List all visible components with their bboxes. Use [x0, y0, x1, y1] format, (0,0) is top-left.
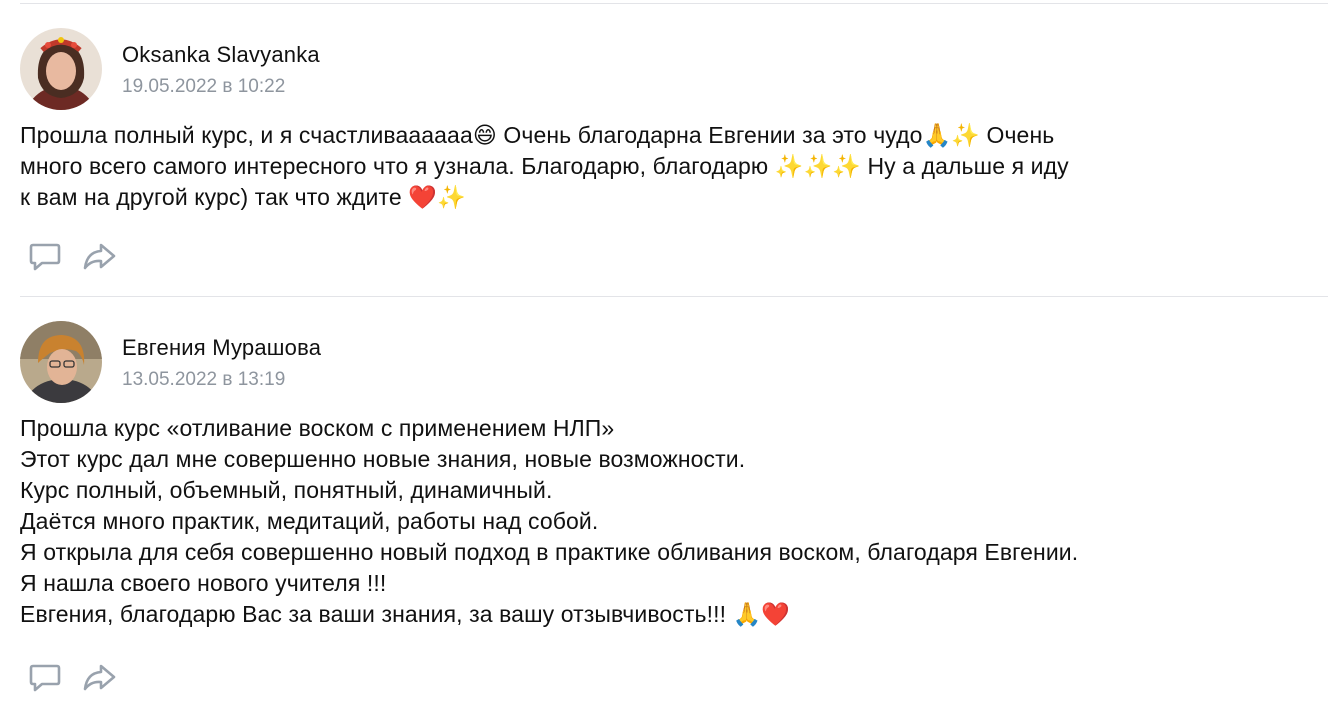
post-text-line: много всего самого интересного что я узн…: [20, 153, 1069, 179]
post-text-line: Я нашла своего нового учителя !!!: [20, 570, 387, 596]
post-text-line: Этот курс дал мне совершенно новые знани…: [20, 446, 746, 472]
post-text-line: к вам на другой курс) так что ждите ❤️✨: [20, 184, 466, 210]
post-text: Прошла курс «отливание воском с применен…: [20, 413, 1328, 630]
share-button[interactable]: [82, 660, 116, 694]
share-icon: [83, 664, 116, 691]
post-date[interactable]: 13.05.2022 в 13:19: [122, 369, 285, 391]
post-actions: [20, 239, 1328, 283]
comment-button[interactable]: [28, 660, 62, 694]
share-icon: [83, 243, 116, 270]
post-text-line: Прошла полный курс, и я счастливаааааа😄 …: [20, 122, 1055, 148]
avatar[interactable]: [20, 321, 102, 403]
share-button[interactable]: [82, 239, 116, 273]
comment-icon: [29, 664, 61, 692]
top-divider: [20, 3, 1328, 4]
author-name[interactable]: Oksanka Slavyanka: [122, 42, 320, 68]
avatar[interactable]: [20, 28, 102, 110]
post-text-line: Евгения, благодарю Вас за ваши знания, з…: [20, 601, 791, 627]
post-text-line: Курс полный, объемный, понятный, динамич…: [20, 477, 553, 503]
comment-button[interactable]: [28, 239, 62, 273]
post-text-line: Даётся много практик, медитаций, работы …: [20, 508, 599, 534]
review-post: Евгения Мурашова 13.05.2022 в 13:19 Прош…: [20, 321, 1328, 704]
author-name[interactable]: Евгения Мурашова: [122, 335, 321, 361]
post-text-line: Прошла курс «отливание воском с применен…: [20, 415, 615, 441]
post-actions: [20, 660, 1328, 704]
post-text: Прошла полный курс, и я счастливаааааа😄 …: [20, 120, 1320, 213]
post-header: Евгения Мурашова 13.05.2022 в 13:19: [20, 321, 1328, 403]
review-post: Oksanka Slavyanka 19.05.2022 в 10:22 Про…: [20, 28, 1328, 283]
post-divider: [20, 296, 1328, 297]
post-text-line: Я открыла для себя совершенно новый подх…: [20, 539, 1079, 565]
post-date[interactable]: 19.05.2022 в 10:22: [122, 76, 285, 98]
comment-icon: [29, 243, 61, 271]
post-header: Oksanka Slavyanka 19.05.2022 в 10:22: [20, 28, 1328, 110]
